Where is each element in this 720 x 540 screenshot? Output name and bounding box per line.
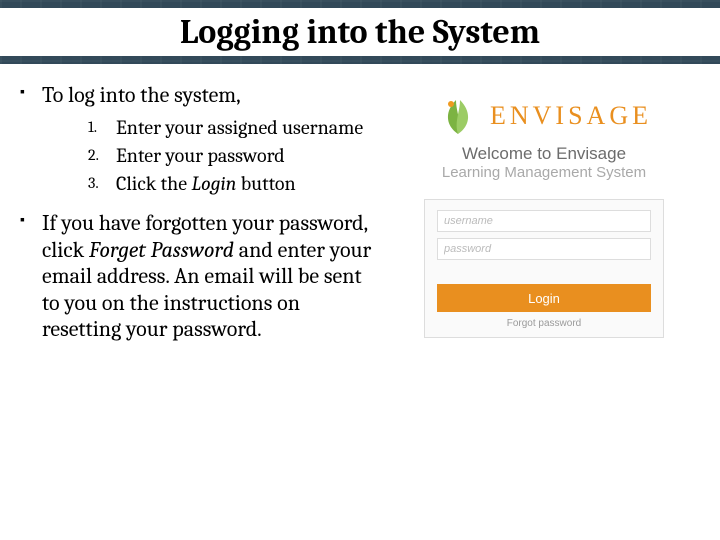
bullet-emphasis: Forget Password (89, 237, 234, 263)
welcome-subheading: Learning Management System (442, 164, 646, 181)
login-form: Login Forgot password (424, 199, 664, 338)
step-text: Click the (116, 172, 191, 195)
forgot-password-link[interactable]: Forgot password (437, 318, 651, 329)
username-input[interactable] (437, 210, 651, 232)
step-text: button (236, 172, 295, 195)
bullet-item: If you have forgotten your password, cli… (16, 210, 378, 342)
step-item: Click the Login button (88, 172, 378, 196)
password-input[interactable] (437, 238, 651, 260)
login-button[interactable]: Login (437, 284, 651, 312)
right-column: ENVISAGE Welcome to Envisage Learning Ma… (384, 76, 704, 352)
step-emphasis: Login (191, 172, 236, 195)
step-item: Enter your assigned username (88, 116, 378, 140)
content-area: To log into the system, Enter your assig… (0, 64, 720, 352)
step-list: Enter your assigned username Enter your … (88, 116, 378, 196)
step-item: Enter your password (88, 144, 378, 168)
brand-logo: ENVISAGE (436, 94, 652, 138)
bullet-item: To log into the system, Enter your assig… (16, 82, 378, 196)
leaf-icon (436, 94, 480, 138)
title-bar: Logging into the System (0, 0, 720, 64)
bullet-list: To log into the system, Enter your assig… (16, 82, 378, 342)
page-title: Logging into the System (0, 8, 720, 56)
brand-name: ENVISAGE (490, 101, 652, 131)
welcome-heading: Welcome to Envisage (462, 144, 626, 164)
bullet-text: To log into the system, (42, 82, 241, 108)
left-column: To log into the system, Enter your assig… (10, 76, 384, 352)
slide: Logging into the System To log into the … (0, 0, 720, 540)
